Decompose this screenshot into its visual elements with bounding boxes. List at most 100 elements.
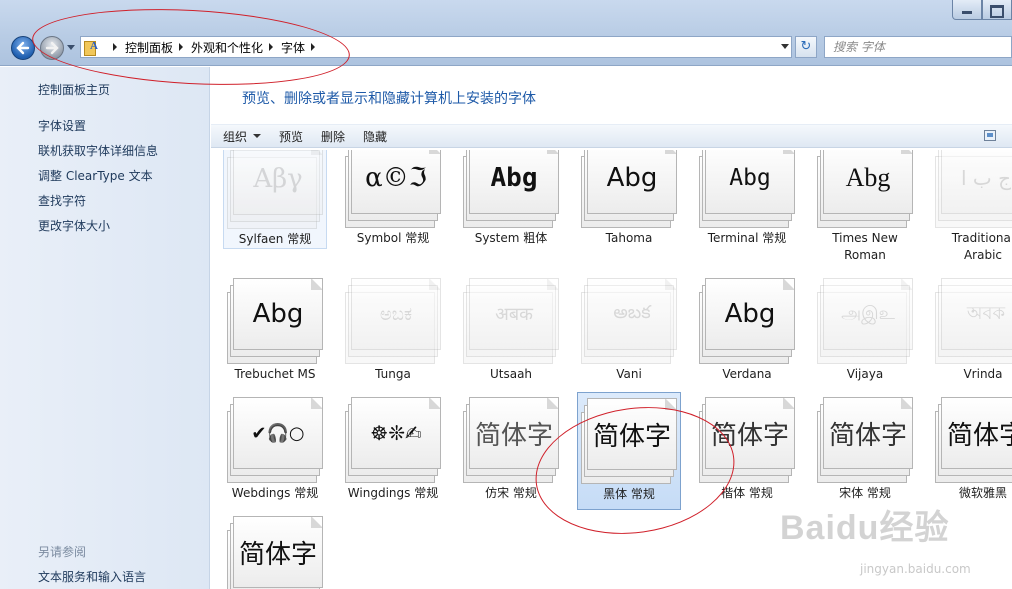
change-font-size-link[interactable]: 更改字体大小 [38, 217, 110, 234]
search-input[interactable] [833, 40, 993, 54]
font-tile-traditional-arabic[interactable]: ج ب ا Traditional Arabic [931, 150, 1012, 264]
navigation-pane: 控制面板主页 字体设置 联机获取字体详细信息 调整 ClearType 文本 查… [0, 67, 210, 589]
font-name: Traditional Arabic [951, 231, 1012, 262]
font-file-icon: ج ب ا [935, 150, 1012, 228]
font-tile-verdana[interactable]: Abg Verdana [695, 278, 799, 383]
font-sample: Abg [490, 163, 538, 193]
font-file-icon: অবক [935, 278, 1012, 364]
font-sample: Abg [724, 299, 776, 329]
font-name: Vijaya [846, 367, 884, 381]
font-file-icon: Abg [463, 150, 559, 228]
font-file-icon: Abg [699, 150, 795, 228]
organize-menu[interactable]: 组织 [223, 128, 262, 145]
hide-button[interactable]: 隐藏 [363, 128, 387, 145]
font-sample: ✔🎧○ [251, 422, 305, 444]
font-file-icon: Abg [227, 278, 323, 364]
organize-label: 组织 [223, 129, 248, 144]
font-file-icon: 简体字 [227, 516, 323, 589]
font-file-icon: ✔🎧○ [227, 397, 323, 483]
font-sample: Abg [252, 299, 304, 329]
page-title: 预览、删除或者显示和隐藏计算机上安装的字体 [242, 91, 536, 107]
font-name: Wingdings 常规 [347, 486, 439, 500]
chevron-down-icon [253, 134, 262, 138]
font-tile-partial[interactable]: 简体字 [223, 516, 327, 589]
font-name: Tunga [375, 367, 411, 381]
minimize-button[interactable] [952, 0, 982, 20]
font-tile-vrinda[interactable]: অবক Vrinda [931, 278, 1012, 383]
font-tile-terminal[interactable]: Abg Terminal 常规 [695, 150, 799, 247]
font-sample: Abg [729, 165, 771, 191]
font-sample: అబక [613, 301, 651, 323]
find-character-link[interactable]: 查找字符 [38, 192, 86, 209]
font-tile-symbol[interactable]: α©ℑ Symbol 常规 [341, 150, 445, 247]
font-sample: Abg [845, 163, 891, 192]
font-sample: Abg [606, 163, 658, 193]
font-file-icon: ☸❊✍ [345, 397, 441, 483]
font-tile-webdings[interactable]: ✔🎧○ Webdings 常规 [223, 397, 327, 502]
arrow-left-icon [16, 41, 30, 55]
control-panel-home-link[interactable]: 控制面板主页 [38, 81, 110, 98]
font-name: Utsaah [489, 367, 533, 381]
font-tile-tahoma[interactable]: Abg Tahoma [577, 150, 681, 247]
font-sample: α©ℑ [365, 163, 427, 193]
font-tile-wingdings[interactable]: ☸❊✍ Wingdings 常规 [341, 397, 445, 502]
preview-button[interactable]: 预览 [279, 128, 303, 145]
font-tile-trebuchet[interactable]: Abg Trebuchet MS [223, 278, 327, 383]
change-view-icon[interactable] [984, 130, 996, 141]
font-sample: ☸❊✍ [370, 421, 422, 445]
font-file-icon: α©ℑ [345, 150, 441, 228]
font-sample: 简体字 [238, 539, 317, 570]
font-tile-utsaah[interactable]: अबक Utsaah [459, 278, 563, 383]
baidu-watermark-url: jingyan.baidu.com [860, 562, 971, 576]
font-name: System 粗体 [474, 231, 548, 245]
font-file-icon: Abg [817, 150, 913, 228]
font-sample: Αβγ [253, 164, 303, 194]
address-history-dropdown[interactable] [781, 44, 789, 49]
font-tile-tunga[interactable]: ಅಬಕ Tunga [341, 278, 445, 383]
font-sample: অবক [966, 302, 1006, 324]
font-sample: अबक [495, 304, 533, 325]
font-file-icon: Abg [581, 150, 677, 228]
font-name: Trebuchet MS [234, 367, 316, 381]
see-also-heading: 另请参阅 [38, 545, 87, 559]
font-file-icon: 简体字 [935, 397, 1012, 483]
maximize-button[interactable] [982, 0, 1012, 20]
baidu-watermark: Baidu经验 [780, 509, 950, 547]
font-name: Times New Roman [832, 231, 898, 262]
font-tile-msyahei[interactable]: 简体字 微软雅黑 [931, 397, 1012, 502]
font-tile-vijaya[interactable]: அஇஉ Vijaya [813, 278, 917, 383]
font-file-icon: 简体字 [817, 397, 913, 483]
font-name: Verdana [722, 367, 772, 381]
font-tile-times-new-roman[interactable]: Abg Times New Roman [813, 150, 917, 264]
font-name: Vrinda [963, 367, 1003, 381]
get-font-info-online-link[interactable]: 联机获取字体详细信息 [38, 142, 158, 159]
refresh-button[interactable]: ↻ [795, 36, 817, 58]
font-file-icon: Abg [699, 278, 795, 364]
font-sample: அஇஉ [841, 302, 895, 324]
refresh-icon: ↻ [800, 39, 812, 54]
font-settings-link[interactable]: 字体设置 [38, 117, 86, 134]
font-tile-vani[interactable]: అబక Vani [577, 278, 681, 383]
font-name: Symbol 常规 [356, 231, 430, 245]
font-name: Webdings 常规 [231, 486, 319, 500]
font-sample: ಅಬಕ [379, 303, 413, 325]
font-sample: 简体字 [946, 420, 1012, 451]
font-file-icon: అబక [581, 278, 677, 364]
font-tile-system[interactable]: Abg System 粗体 [459, 150, 563, 247]
text-services-link[interactable]: 文本服务和输入语言 [38, 568, 146, 585]
font-name: Tahoma [605, 231, 653, 245]
font-tile-sylfaen[interactable]: Αβγ Sylfaen 常规 [223, 150, 327, 249]
font-name: Sylfaen 常规 [238, 232, 312, 246]
font-tile-songti[interactable]: 简体字 宋体 常规 [813, 397, 917, 502]
font-name: Terminal 常规 [707, 231, 787, 245]
adjust-cleartype-link[interactable]: 调整 ClearType 文本 [38, 167, 153, 184]
search-box[interactable] [824, 36, 1012, 58]
font-file-icon: அஇஉ [817, 278, 913, 364]
font-sample: 简体字 [828, 420, 907, 451]
font-file-icon: ಅಬಕ [345, 278, 441, 364]
font-file-icon: Αβγ [227, 150, 323, 229]
font-sample: 简体字 [474, 420, 553, 451]
command-bar: 组织 预览 删除 隐藏 [211, 124, 1012, 148]
font-name: Vani [616, 367, 642, 381]
delete-button[interactable]: 删除 [321, 128, 345, 145]
